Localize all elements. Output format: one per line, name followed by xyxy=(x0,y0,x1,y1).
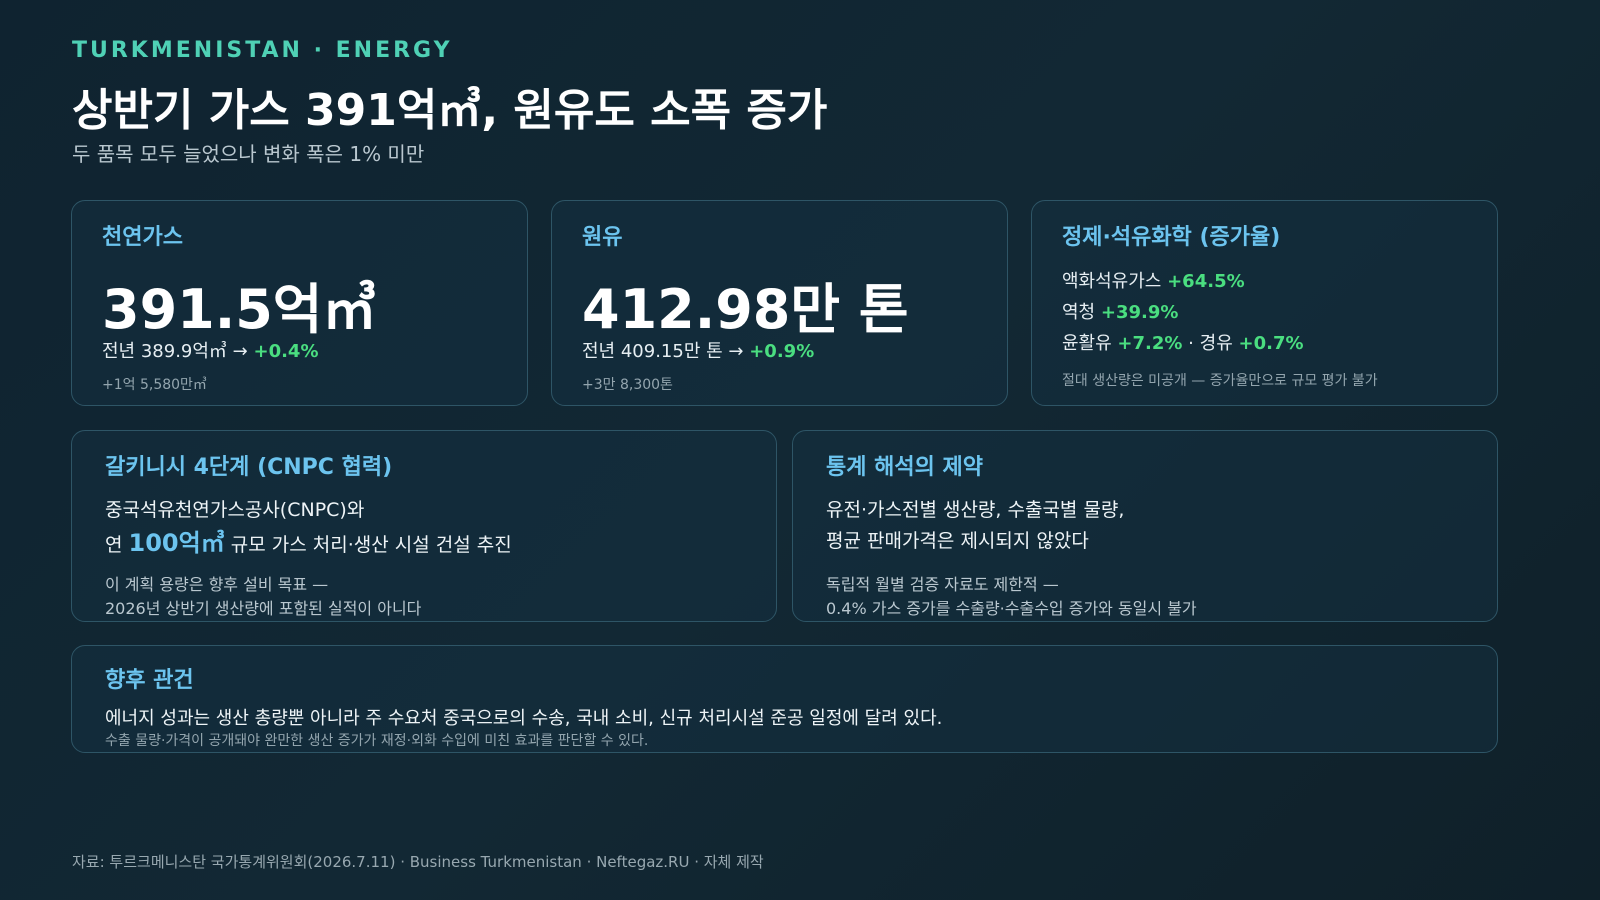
page-subtitle: 두 품목 모두 늘었으나 변화 폭은 1% 미만 xyxy=(72,142,425,166)
lube-label: 윤활유 xyxy=(1062,333,1112,354)
asphalt-label: 역청 xyxy=(1062,302,1096,323)
limits-note2: 0.4% 가스 증가를 수출량·수출수입 증가와 동일시 불가 xyxy=(826,599,1197,618)
galkynysh-line2: 연 100억㎥ 규모 가스 처리·생산 시설 건설 추진 xyxy=(105,523,512,558)
galkynysh-line2-suffix: 규모 가스 처리·생산 시설 건설 추진 xyxy=(230,534,512,556)
asphalt-change: +39.9% xyxy=(1100,302,1179,323)
oil-label: 원유 xyxy=(582,225,623,250)
galkynysh-line1: 중국석유천연가스공사(CNPC)와 xyxy=(105,499,365,521)
galkynysh-note2: 2026년 상반기 생산량에 포함된 실적이 아니다 xyxy=(105,599,422,618)
gas-delta: +1억 5,580만㎥ xyxy=(102,377,207,393)
asphalt-row: 역청 +39.9% xyxy=(1062,298,1178,324)
galkynysh-card: 갈키니시 4단계 (CNPC 협력) 중국석유천연가스공사(CNPC)와 연 1… xyxy=(71,430,777,622)
refining-card: 정제·석유화학 (증가율) 액화석유가스 +64.5% 역청 +39.9% 윤활… xyxy=(1031,200,1498,406)
galkynysh-note1: 이 계획 용량은 향후 설비 목표 — xyxy=(105,575,329,594)
diesel-label: 경유 xyxy=(1199,333,1233,354)
kicker: TURKMENISTAN · ENERGY xyxy=(72,38,453,63)
limits-card: 통계 해석의 제약 유전·가스전별 생산량, 수출국별 물량, 평균 판매가격은… xyxy=(792,430,1498,622)
refining-note: 절대 생산량은 미공개 — 증가율만으로 규모 평가 불가 xyxy=(1062,373,1378,389)
gas-label: 천연가스 xyxy=(102,225,183,250)
refining-label: 정제·석유화학 (증가율) xyxy=(1062,225,1281,250)
diesel-change: +0.7% xyxy=(1238,333,1304,354)
outlook-line2: 수출 물량·가격이 공개돼야 완만한 생산 증가가 재정·외화 수입에 미친 효… xyxy=(105,733,649,749)
limits-note1: 독립적 월별 검증 자료도 제한적 — xyxy=(826,575,1059,594)
oil-card: 원유 412.98만 톤 전년 409.15만 톤 → +0.9% +3만 8,… xyxy=(551,200,1008,406)
lpg-row: 액화석유가스 +64.5% xyxy=(1062,267,1245,293)
lube-diesel-row: 윤활유 +7.2% · 경유 +0.7% xyxy=(1062,329,1304,355)
galkynysh-label: 갈키니시 4단계 (CNPC 협력) xyxy=(105,455,393,480)
limits-line2: 평균 판매가격은 제시되지 않았다 xyxy=(826,530,1089,552)
oil-change: +0.9% xyxy=(749,341,815,362)
limits-label: 통계 해석의 제약 xyxy=(826,455,983,480)
page-title: 상반기 가스 391억㎥, 원유도 소폭 증가 xyxy=(72,85,828,136)
galkynysh-line2-prefix: 연 xyxy=(105,534,123,556)
lpg-change: +64.5% xyxy=(1167,271,1245,292)
outlook-label: 향후 관건 xyxy=(105,668,194,693)
gas-change: +0.4% xyxy=(253,341,319,362)
row-separator: · xyxy=(1188,333,1194,354)
lpg-label: 액화석유가스 xyxy=(1062,271,1162,292)
gas-prev-line: 전년 389.9억㎥ → +0.4% xyxy=(102,337,319,363)
oil-prev-line: 전년 409.15만 톤 → +0.9% xyxy=(582,337,814,363)
limits-line1: 유전·가스전별 생산량, 수출국별 물량, xyxy=(826,499,1125,521)
gas-card: 천연가스 391.5억㎥ 전년 389.9억㎥ → +0.4% +1억 5,58… xyxy=(71,200,528,406)
source-footer: 자료: 투르크메니스탄 국가통계위원회(2026.7.11) · Busines… xyxy=(72,853,764,871)
gas-value: 391.5억㎥ xyxy=(102,278,377,341)
oil-prev: 전년 409.15만 톤 → xyxy=(582,341,744,362)
outlook-card: 향후 관건 에너지 성과는 생산 총량뿐 아니라 주 수요처 중국으로의 수송,… xyxy=(71,645,1498,753)
oil-delta: +3만 8,300톤 xyxy=(582,377,673,393)
capacity-highlight: 100억㎥ xyxy=(128,529,225,557)
outlook-line1: 에너지 성과는 생산 총량뿐 아니라 주 수요처 중국으로의 수송, 국내 소비… xyxy=(105,708,943,729)
oil-value: 412.98만 톤 xyxy=(582,278,909,341)
lube-change: +7.2% xyxy=(1117,333,1183,354)
gas-prev: 전년 389.9억㎥ → xyxy=(102,341,248,362)
